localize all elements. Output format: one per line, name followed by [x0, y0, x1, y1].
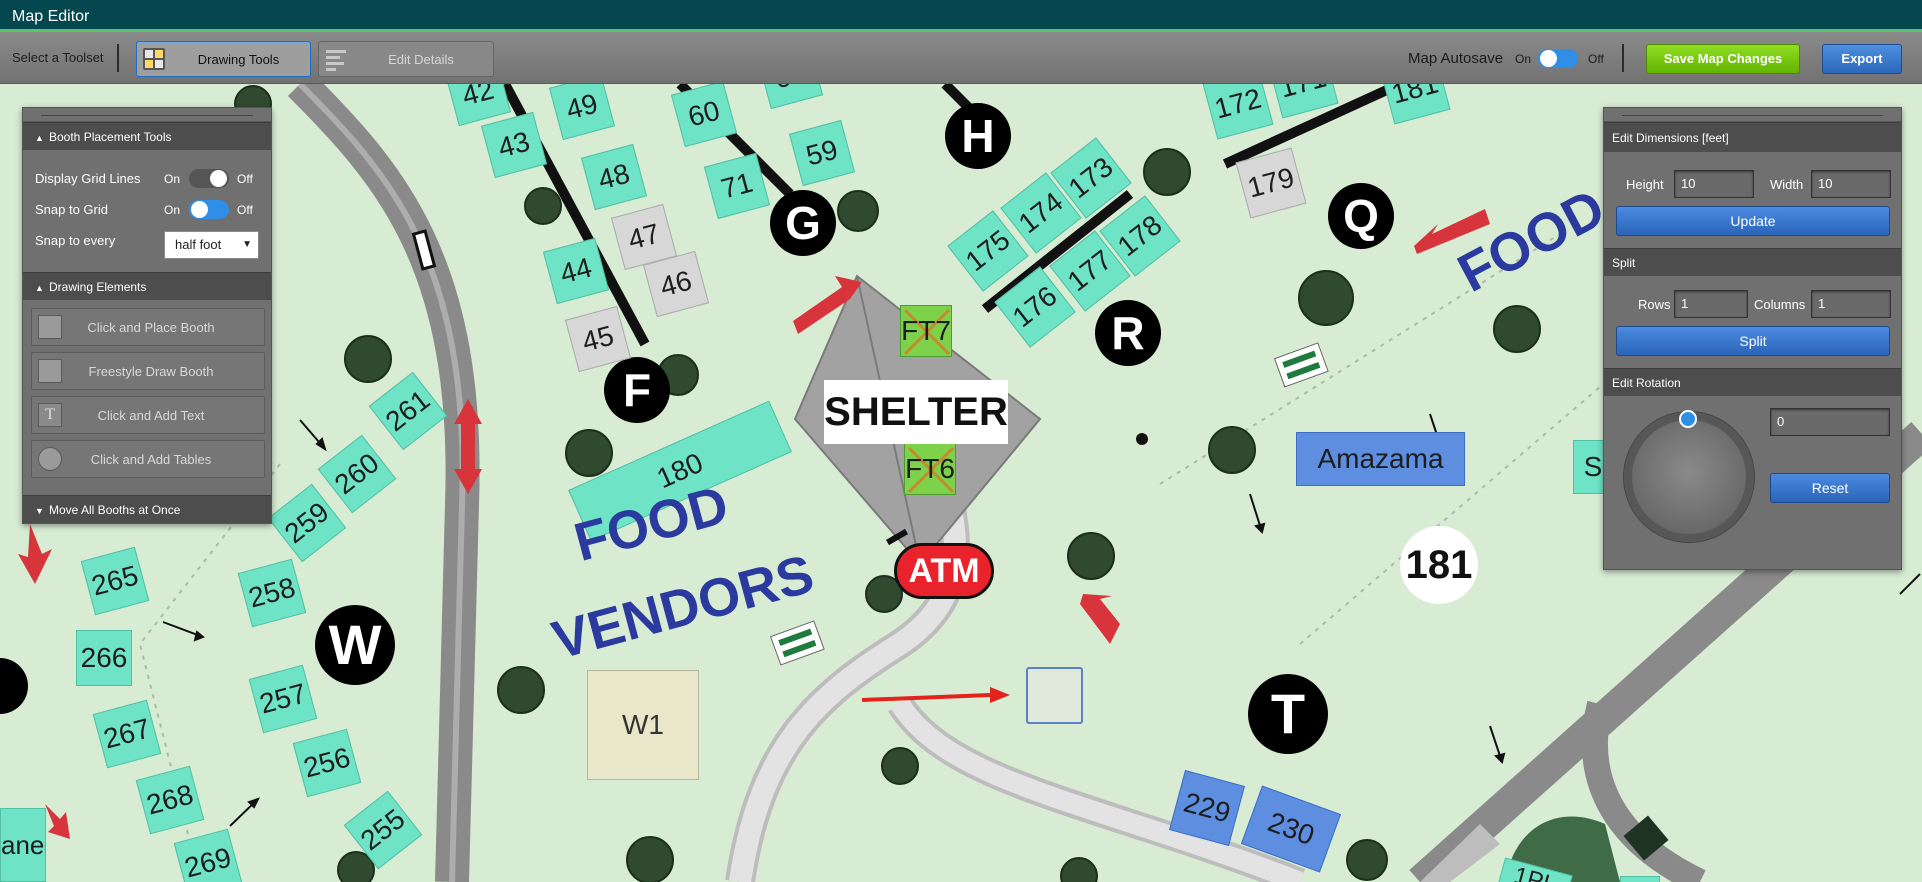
booth-amazama[interactable]: Amazama: [1296, 432, 1465, 486]
reset-rotation-button[interactable]: Reset: [1770, 473, 1890, 503]
drawing-tools-icon: [143, 48, 165, 70]
booth-square-icon: [38, 359, 62, 383]
snap-every-select[interactable]: half foot ▼: [164, 231, 259, 259]
section-move-all-booths[interactable]: ▼ Move All Booths at Once: [23, 495, 271, 523]
add-tables-button[interactable]: Click and Add Tables: [31, 440, 265, 478]
collapse-arrow-icon: ▲: [35, 283, 44, 293]
snap-on-label: On: [164, 203, 181, 217]
split-section-title: Split: [1604, 248, 1901, 276]
booth-number-badge: 181: [1400, 526, 1478, 604]
section-drawing-elements[interactable]: ▲ Drawing Elements: [23, 272, 271, 300]
chevron-down-icon: ▼: [242, 239, 252, 250]
tab-edit-label: Edit Details: [388, 51, 454, 67]
columns-label: Columns: [1754, 297, 1806, 312]
edit-details-icon: [326, 50, 346, 71]
rotation-handle[interactable]: [1679, 410, 1697, 428]
panel-drag-handle[interactable]: [23, 108, 271, 122]
button-label: Click and Add Tables: [90, 451, 212, 467]
snap-to-grid-toggle[interactable]: [189, 200, 229, 219]
freestyle-draw-button[interactable]: Freestyle Draw Booth: [31, 352, 265, 390]
drawing-tools-panel: ▲ Booth Placement Tools Display Grid Line…: [22, 107, 272, 524]
autosave-off-label: Off: [1588, 52, 1604, 66]
text-icon: T: [38, 403, 62, 427]
booth[interactable]: 266: [76, 630, 132, 686]
tab-edit-details[interactable]: Edit Details: [318, 41, 494, 77]
booth-food-truck[interactable]: FT7: [900, 305, 952, 357]
zone-letter: Q: [1343, 190, 1379, 242]
booth-label: FT7: [901, 315, 951, 346]
grid-off-label: Off: [237, 172, 253, 186]
zone-letter: T: [1270, 682, 1306, 745]
rows-input[interactable]: 1: [1674, 290, 1748, 318]
booth[interactable]: W1: [587, 670, 699, 780]
edit-details-panel: Edit Dimensions [feet] Height 10 Width 1…: [1603, 107, 1902, 570]
height-input[interactable]: 10: [1674, 170, 1754, 198]
export-button[interactable]: Export: [1822, 44, 1902, 74]
autosave-on-label: On: [1515, 52, 1532, 66]
update-dimensions-button[interactable]: Update: [1616, 206, 1890, 236]
booth[interactable]: [1620, 876, 1660, 882]
dimensions-section-title: Edit Dimensions [feet]: [1604, 122, 1901, 152]
selected-booth[interactable]: [1026, 667, 1083, 724]
autosave-label: Map Autosave: [1408, 50, 1504, 67]
table-circle-icon: [38, 447, 62, 471]
tab-drawing-tools[interactable]: Drawing Tools: [136, 41, 311, 77]
zone-letter: F: [622, 364, 652, 416]
section-booth-placement[interactable]: ▲ Booth Placement Tools: [23, 122, 271, 150]
atm-marker: ATM: [894, 543, 994, 599]
booth-square-icon: [38, 315, 62, 339]
booth-food-truck[interactable]: FT6: [904, 443, 956, 495]
width-input[interactable]: 10: [1811, 170, 1891, 198]
toolbar-divider: [117, 44, 119, 72]
columns-input[interactable]: 1: [1811, 290, 1891, 318]
grid-lines-label: Display Grid Lines: [35, 171, 141, 186]
section-title: Drawing Elements: [49, 280, 147, 294]
tab-drawing-label: Drawing Tools: [197, 51, 280, 67]
zone-letter: W: [328, 613, 382, 676]
section-title: Booth Placement Tools: [49, 130, 172, 144]
snap-every-value: half foot: [175, 237, 222, 252]
toolbar: Select a Toolset Drawing Tools Edit Deta…: [0, 32, 1922, 84]
zone-letter: H: [961, 110, 995, 162]
snap-every-label: Snap to every: [35, 233, 116, 248]
window-title: Map Editor: [0, 0, 1922, 32]
rotation-dial[interactable]: [1624, 410, 1754, 542]
add-text-button[interactable]: T Click and Add Text: [31, 396, 265, 434]
booth[interactable]: ane: [0, 808, 46, 882]
expand-arrow-icon: ▼: [35, 506, 44, 516]
rows-label: Rows: [1638, 297, 1671, 312]
rotation-input[interactable]: 0: [1770, 408, 1890, 436]
grid-lines-toggle[interactable]: [189, 169, 229, 188]
split-button[interactable]: Split: [1616, 326, 1890, 356]
button-label: Freestyle Draw Booth: [88, 363, 214, 379]
toolset-label: Select a Toolset: [12, 50, 104, 65]
autosave-toggle[interactable]: [1538, 49, 1578, 68]
snap-to-grid-label: Snap to Grid: [35, 202, 108, 217]
section-title: Move All Booths at Once: [49, 503, 181, 517]
toolbar-divider: [1622, 44, 1624, 72]
save-map-button[interactable]: Save Map Changes: [1646, 44, 1800, 74]
button-label: Click and Add Text: [97, 407, 205, 423]
place-booth-button[interactable]: Click and Place Booth: [31, 308, 265, 346]
height-label: Height: [1626, 177, 1664, 192]
booth-label: FT6: [905, 453, 955, 484]
panel-drag-handle[interactable]: [1604, 108, 1901, 122]
zone-letter: R: [1111, 307, 1145, 359]
width-label: Width: [1770, 177, 1804, 192]
shelter-label: SHELTER: [824, 380, 1008, 444]
rotation-section-title: Edit Rotation: [1604, 368, 1901, 396]
zone-letter: G: [785, 197, 821, 249]
collapse-arrow-icon: ▲: [35, 133, 44, 143]
grid-on-label: On: [164, 172, 181, 186]
snap-off-label: Off: [237, 203, 253, 217]
button-label: Click and Place Booth: [87, 319, 215, 335]
